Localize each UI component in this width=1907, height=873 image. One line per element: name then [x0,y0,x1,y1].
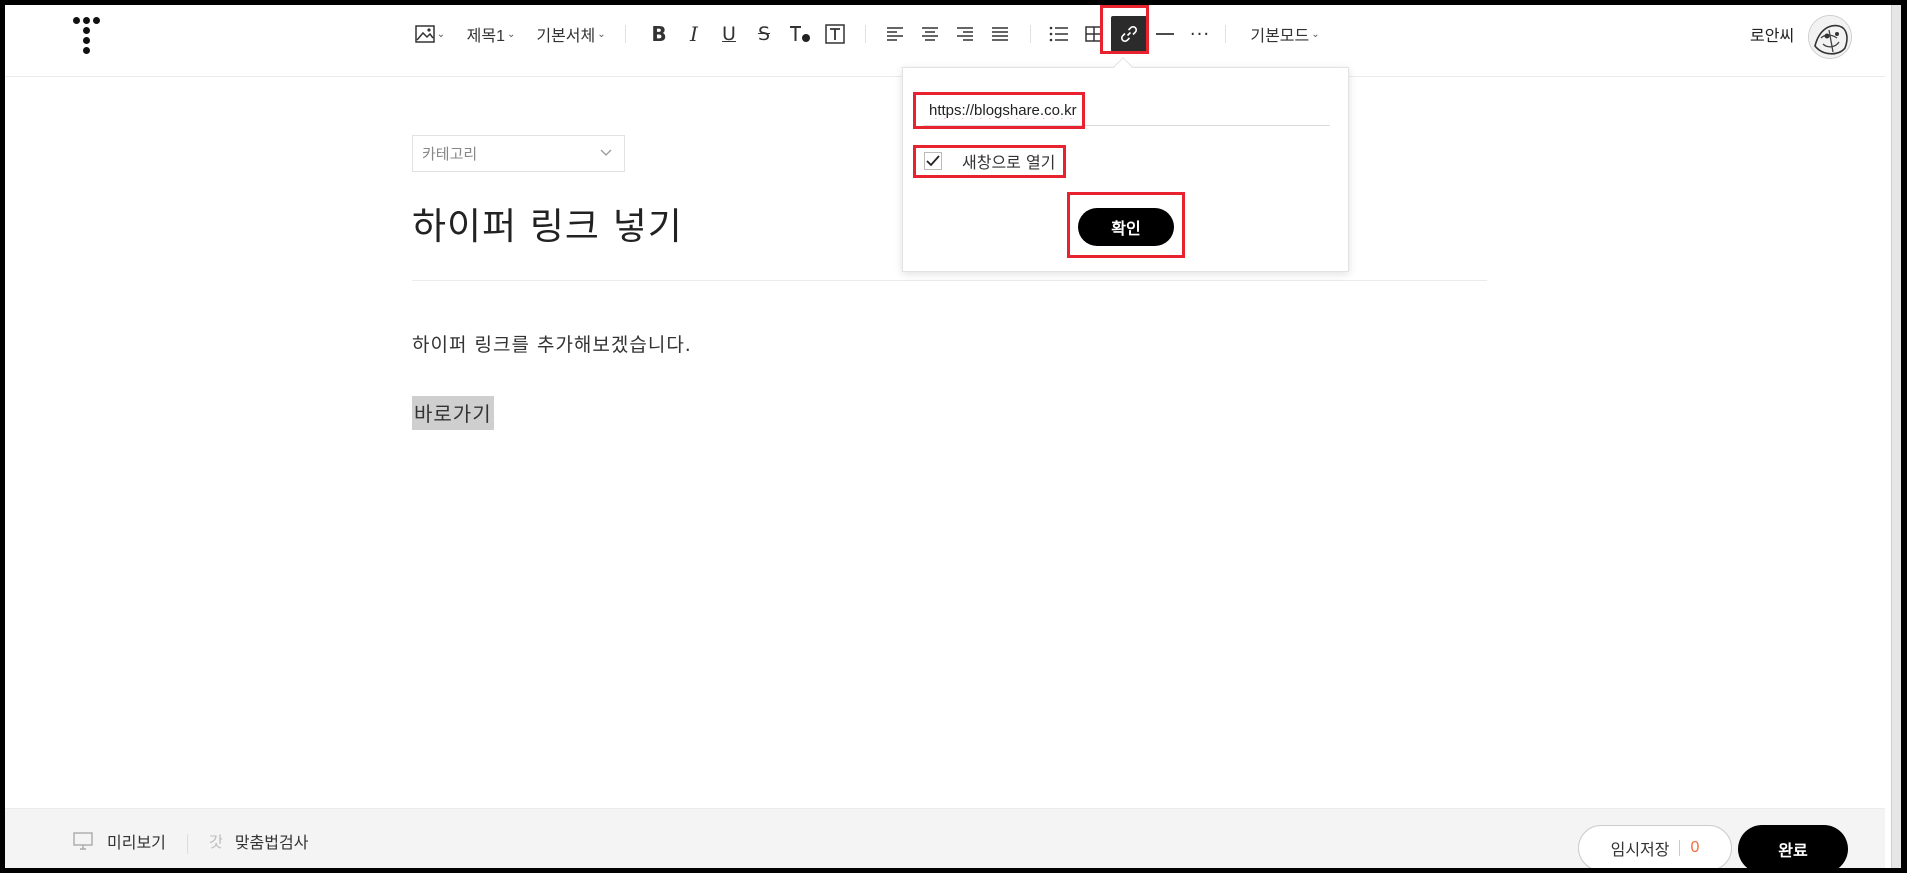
list-icon [1049,26,1068,42]
bold-button[interactable]: B [645,5,673,63]
toolbar-divider [865,25,866,43]
strikethrough-button[interactable]: S [750,5,778,63]
text-background-button[interactable] [821,5,849,63]
temp-save-label: 임시저장 [1610,840,1670,859]
save-divider [1679,840,1681,856]
monitor-icon [73,832,93,850]
font-label: 기본서체 [536,28,596,45]
user-name[interactable]: 로안씨 [1750,5,1794,63]
category-placeholder: 카테고리 [422,145,478,163]
chevron-down-icon: ⌄ [597,28,606,40]
body-paragraph[interactable]: 하이퍼 링크를 추가해보겠습니다. [412,330,692,357]
more-icon: ··· [1189,23,1211,45]
underline-icon: U [722,23,736,45]
editor-footer: 미리보기 갓 맞춤법검사 임시저장 0 완료 [5,808,1885,873]
align-right-icon [957,27,973,41]
heading-label: 제목1 [466,28,505,45]
tistory-logo-icon[interactable] [73,17,109,54]
spellcheck-label: 맞춤법검사 [234,833,309,852]
new-window-checkbox[interactable] [924,152,942,170]
image-button[interactable]: ⌄ [410,5,450,63]
underline-button[interactable]: U [715,5,743,63]
chevron-down-icon [600,149,612,156]
text-background-icon [825,24,845,44]
table-button[interactable] [1080,5,1108,63]
text-color-icon [790,26,810,42]
toolbar-divider [625,25,626,43]
post-title[interactable]: 하이퍼 링크 넣기 [412,196,683,250]
spellcheck-button[interactable]: 갓 맞춤법검사 [209,829,308,853]
link-popup: 새창으로 열기 확인 [902,67,1349,272]
align-center-button[interactable] [916,5,944,63]
selected-link-text[interactable]: 바로가기 [412,396,494,430]
scrollbar[interactable] [1891,5,1901,868]
new-window-option[interactable]: 새창으로 열기 [924,150,1055,172]
link-button[interactable] [1111,16,1147,52]
footer-divider [187,834,188,854]
avatar[interactable] [1808,15,1852,59]
preview-label: 미리보기 [107,833,166,852]
font-dropdown[interactable]: 기본서체 ⌄ [531,5,611,63]
checkmark-icon [926,155,940,167]
temp-save-count: 0 [1690,839,1700,856]
category-select[interactable]: 카테고리 [412,135,625,172]
italic-button[interactable]: I [681,5,707,63]
align-justify-icon [992,27,1008,41]
italic-icon: I [690,22,698,46]
toolbar-divider [1030,25,1031,43]
mode-dropdown[interactable]: 기본모드 ⌄ [1245,5,1325,63]
align-right-button[interactable] [951,5,979,63]
strikethrough-icon: S [757,23,771,45]
toolbar-divider [1225,25,1226,43]
heading-dropdown[interactable]: 제목1 ⌄ [463,5,519,63]
list-button[interactable] [1045,5,1073,63]
bold-icon: B [651,22,667,46]
chevron-down-icon: ⌄ [436,28,446,40]
user-name-label: 로안씨 [1750,28,1795,45]
mode-label: 기본모드 [1250,28,1310,45]
table-icon [1085,26,1103,42]
preview-button[interactable]: 미리보기 [73,829,166,853]
horizontal-line-icon [1156,33,1174,35]
url-input[interactable] [923,96,1330,126]
align-left-icon [887,27,903,41]
align-justify-button[interactable] [986,5,1014,63]
chevron-down-icon: ⌄ [506,28,516,40]
title-divider [412,280,1487,281]
image-icon [415,25,435,43]
align-left-button[interactable] [881,5,909,63]
avatar-image [1809,16,1851,58]
text-color-button[interactable] [785,5,815,63]
chevron-down-icon: ⌄ [1311,28,1320,40]
confirm-button[interactable]: 확인 [1078,208,1174,246]
new-window-label: 새창으로 열기 [962,153,1056,172]
more-button[interactable]: ··· [1185,5,1215,63]
horizontal-line-button[interactable] [1153,5,1177,63]
done-button[interactable]: 완료 [1738,825,1848,873]
temp-save-button[interactable]: 임시저장 0 [1578,825,1732,871]
link-icon [1120,25,1138,43]
spellcheck-icon: 갓 [209,832,223,851]
align-center-icon [922,27,938,41]
